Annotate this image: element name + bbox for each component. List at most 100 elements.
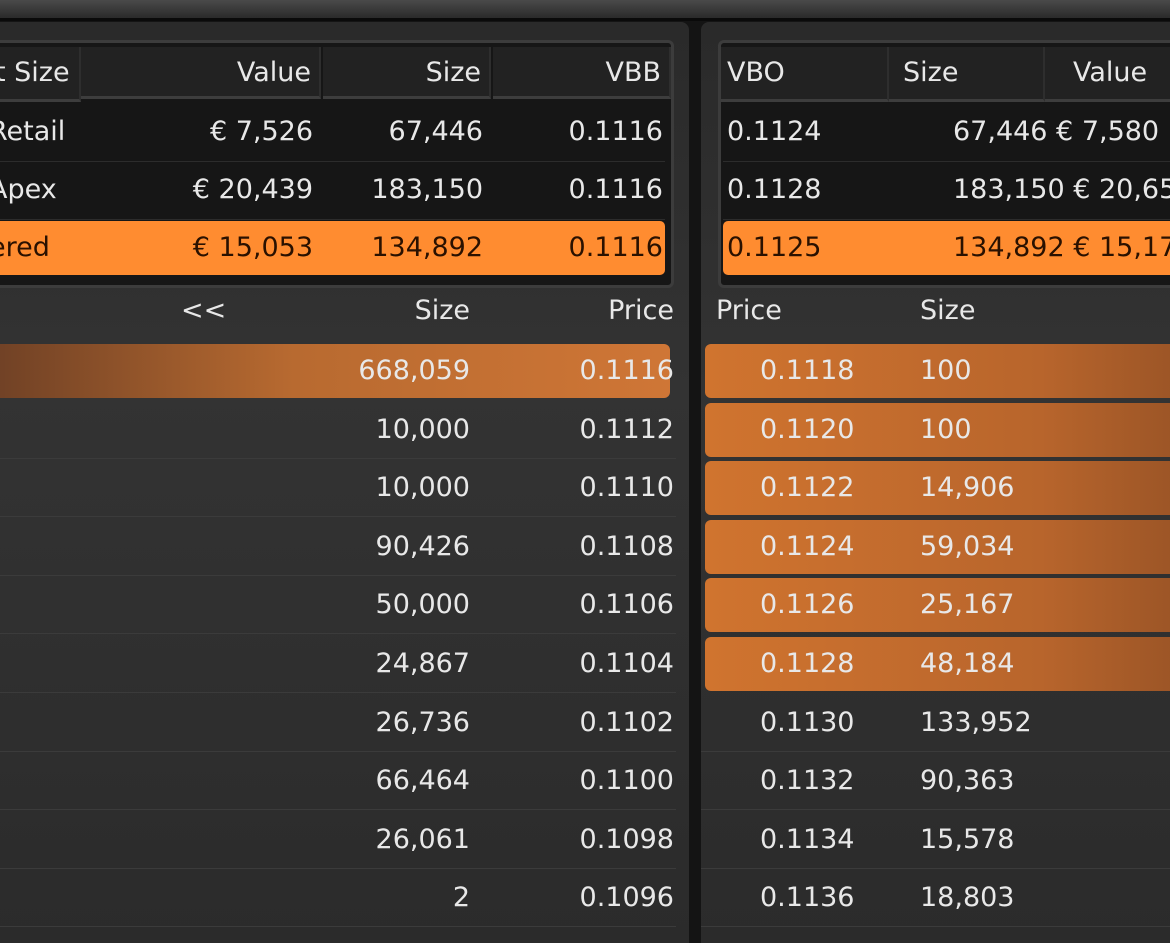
summary-vbb: 0.1116 (568, 232, 663, 263)
bid-book-row[interactable]: 668,059 0.1116 (0, 342, 676, 400)
ask-book-row[interactable]: 0.1126 25,167 (701, 576, 1170, 634)
ask-book-row[interactable]: 0.1124 59,034 (701, 518, 1170, 576)
ask-price: 0.1128 (760, 648, 855, 679)
ask-size: 48,184 (920, 648, 1015, 679)
trader-name: Apex (0, 174, 57, 205)
bid-price: 0.1108 (579, 530, 674, 562)
bid-price: 0.1098 (579, 823, 674, 855)
ask-size: 100 (920, 355, 972, 386)
ask-price: 0.1122 (760, 472, 855, 504)
ask-size: 59,034 (920, 530, 1015, 562)
summary-vbb: 0.1116 (568, 116, 663, 147)
summary-value: € 7,526 (209, 116, 313, 147)
bid-size: 10,000 (375, 413, 470, 445)
bid-size: 26,061 (375, 823, 470, 855)
bid-price: 0.1106 (579, 589, 674, 621)
summary-size: 134,892 (371, 232, 483, 263)
ask-price: 0.1134 (760, 823, 855, 855)
bid-size: 50,000 (375, 589, 470, 621)
bid-price: 0.1096 (579, 882, 674, 914)
bid-price: 0.1110 (579, 472, 674, 504)
bid-book-row[interactable]: 26,061 0.1098 (0, 811, 676, 869)
bid-summary-row[interactable]: Apex € 20,439 183,150 0.1116 (0, 161, 665, 220)
header-vbo[interactable]: VBO (721, 47, 889, 102)
ask-summary-row[interactable]: 0.1125 134,892 € 15,17 (723, 221, 1170, 275)
header-value[interactable]: Value (81, 47, 321, 99)
bid-book-row[interactable]: 26,736 0.1102 (0, 694, 676, 752)
collapse-left-button[interactable]: << (181, 284, 226, 338)
ask-price: 0.1126 (760, 589, 855, 621)
bid-book-row[interactable]: 10,000 0.1112 (0, 401, 676, 459)
ask-summary-table: VBO Size Value 0.1124 67,446 € 7,580 0.112… (718, 40, 1170, 288)
summary-vbb: 0.1116 (568, 174, 663, 205)
bid-price: 0.1102 (579, 706, 674, 738)
window-top-bar (0, 0, 1170, 21)
ask-price: 0.1132 (760, 765, 855, 797)
bid-size-header[interactable]: Size (366, 284, 470, 338)
header-t-size[interactable]: t Size (0, 47, 81, 102)
ask-size: 18,803 (920, 882, 1015, 914)
bid-size: 90,426 (375, 530, 470, 562)
ask-size: 100 (920, 413, 972, 445)
bid-size: 66,464 (375, 765, 470, 797)
bid-size: 2 (452, 882, 470, 914)
header-size[interactable]: Size (323, 47, 491, 99)
bid-book-row[interactable]: 90,426 0.1108 (0, 518, 676, 576)
summary-size-value: 67,446 € 7,580 (953, 116, 1160, 147)
bid-price: 0.1112 (579, 413, 674, 445)
ask-price: 0.1130 (760, 706, 855, 738)
header-vbb[interactable]: VBB (493, 47, 671, 99)
summary-value: € 20,439 (192, 174, 313, 205)
bid-book-header: << Size Price (0, 284, 676, 338)
ask-size: 90,363 (920, 765, 1015, 797)
ask-summary-row[interactable]: 0.1124 67,446 € 7,580 (723, 103, 1170, 162)
bid-size: 26,736 (375, 706, 470, 738)
bid-price: 0.1100 (579, 765, 674, 797)
ask-price: 0.1120 (760, 413, 855, 445)
ask-book-row[interactable]: 0.1132 90,363 (701, 752, 1170, 811)
bid-price-header[interactable]: Price (546, 284, 674, 338)
ask-book-row[interactable]: 0.1130 133,952 (701, 694, 1170, 752)
summary-size: 67,446 (388, 116, 483, 147)
ask-size: 14,906 (920, 472, 1015, 504)
ask-summary-row[interactable]: 0.1128 183,150 € 20,65 (723, 161, 1170, 220)
header-value[interactable]: Value (1045, 47, 1170, 102)
ask-book-header: Price Size (701, 284, 1170, 338)
bid-book-row[interactable]: 50,000 0.1106 (0, 576, 676, 635)
ask-summary-header: VBO Size Value (721, 43, 1170, 102)
trader-name: Retail (0, 116, 66, 147)
bid-price: 0.1104 (579, 648, 674, 679)
summary-size-value: 183,150 € 20,65 (953, 174, 1170, 205)
ask-price-header[interactable]: Price (716, 284, 782, 338)
ask-book-row[interactable]: 0.1122 14,906 (701, 459, 1170, 517)
ask-book-row[interactable]: 0.1128 48,184 (701, 635, 1170, 693)
ask-book-row[interactable]: 0.1118 100 (701, 342, 1170, 400)
ask-book-row[interactable]: 0.1120 100 (701, 401, 1170, 459)
bid-summary-row[interactable]: ered € 15,053 134,892 0.1116 (0, 221, 665, 275)
ask-price: 0.1118 (760, 355, 855, 386)
ask-book-row[interactable]: 0.1136 18,803 (701, 869, 1170, 928)
bid-book-row[interactable]: 24,867 0.1104 (0, 635, 676, 693)
bid-summary-row[interactable]: Retail € 7,526 67,446 0.1116 (0, 103, 665, 162)
ask-size: 15,578 (920, 823, 1015, 855)
bid-book-row[interactable]: 2 0.1096 (0, 869, 676, 928)
header-size[interactable]: Size (889, 47, 1045, 102)
ask-price: 0.1136 (760, 882, 855, 914)
summary-size-value: 134,892 € 15,17 (953, 232, 1170, 263)
ask-panel: VBO Size Value 0.1124 67,446 € 7,580 0.112… (701, 22, 1170, 943)
bid-summary-table: t Size Value Size VBB Retail € 7,526 67,44… (0, 40, 674, 288)
summary-vbo: 0.1124 (727, 116, 822, 147)
ask-book-row[interactable]: 0.1134 15,578 (701, 811, 1170, 869)
ask-size-header[interactable]: Size (920, 284, 975, 338)
ask-size: 25,167 (920, 589, 1015, 621)
bid-size: 10,000 (375, 472, 470, 504)
summary-vbo: 0.1125 (727, 232, 822, 263)
bid-summary-header: t Size Value Size VBB (0, 43, 671, 102)
summary-vbo: 0.1128 (727, 174, 822, 205)
bid-panel: t Size Value Size VBB Retail € 7,526 67,44… (0, 22, 689, 943)
bid-book-row[interactable]: 10,000 0.1110 (0, 459, 676, 518)
trader-name: ered (0, 232, 50, 263)
bid-book-row[interactable]: 66,464 0.1100 (0, 752, 676, 811)
summary-size: 183,150 (371, 174, 483, 205)
summary-value: € 15,053 (192, 232, 313, 263)
